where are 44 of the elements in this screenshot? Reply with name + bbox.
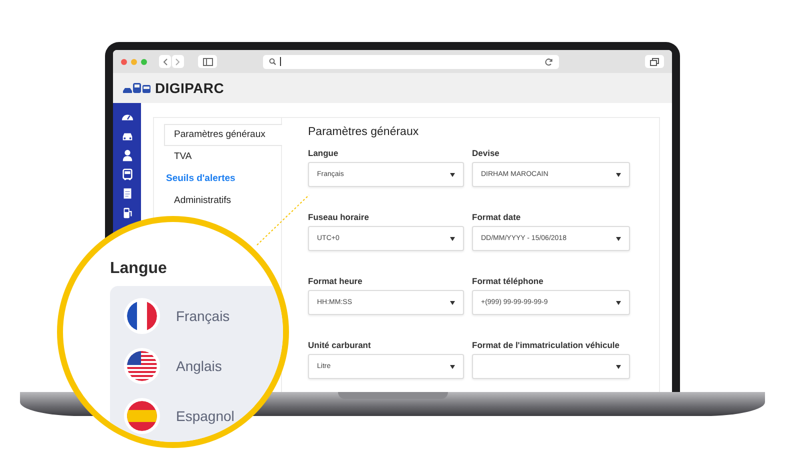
reload-icon[interactable] [545, 58, 553, 66]
field-label: Unité carburant [308, 340, 372, 350]
back-button[interactable] [159, 55, 171, 68]
magnifier-title: Langue [110, 260, 168, 278]
caret-icon [616, 300, 621, 304]
flag-icon [124, 298, 160, 334]
menu-item[interactable]: TVA [164, 146, 281, 168]
tabs-button[interactable] [645, 55, 664, 68]
field-label: Format téléphone [472, 276, 544, 286]
search-icon [269, 58, 276, 65]
language-option[interactable]: Espagnol [176, 408, 234, 424]
close-button[interactable] [121, 58, 127, 64]
caret-icon [616, 172, 621, 176]
field-label: Fuseau horaire [308, 212, 370, 222]
tabs-icon [650, 58, 659, 66]
field-label: Format heure [308, 276, 364, 286]
person-icon[interactable] [120, 149, 134, 162]
caret-icon [616, 236, 621, 240]
vehicles-icon [123, 82, 151, 94]
field-label: Langue [308, 148, 340, 158]
back-icon [162, 58, 168, 66]
caret-icon [450, 364, 455, 368]
field-label: Format de l'immatriculation véhicule [472, 340, 621, 350]
forward-icon [175, 58, 181, 66]
field-label: Format date [472, 212, 522, 222]
sidebar-icon [202, 58, 212, 66]
language-option[interactable]: Anglais [176, 358, 222, 374]
caret-icon [450, 300, 455, 304]
language-option[interactable]: Français [176, 308, 230, 324]
menu-item[interactable]: Administratifs [164, 190, 281, 212]
menu-item[interactable]: Seuils d'alertes [154, 168, 281, 190]
logo-text: DIGIPARC [155, 80, 224, 96]
bus-icon[interactable] [120, 168, 134, 181]
caret-icon [450, 236, 455, 240]
leader-line [256, 194, 310, 246]
field-label: Devise [472, 148, 500, 158]
flag-icon [124, 348, 160, 384]
sidebar-toggle-button[interactable] [198, 55, 217, 68]
menu-item[interactable]: Paramètres généraux [164, 124, 282, 146]
caret-icon [450, 172, 455, 176]
section-title: Paramètres généraux [308, 126, 420, 138]
flag-icon [124, 398, 160, 434]
caret-icon [616, 364, 621, 368]
address-field[interactable] [263, 54, 559, 68]
